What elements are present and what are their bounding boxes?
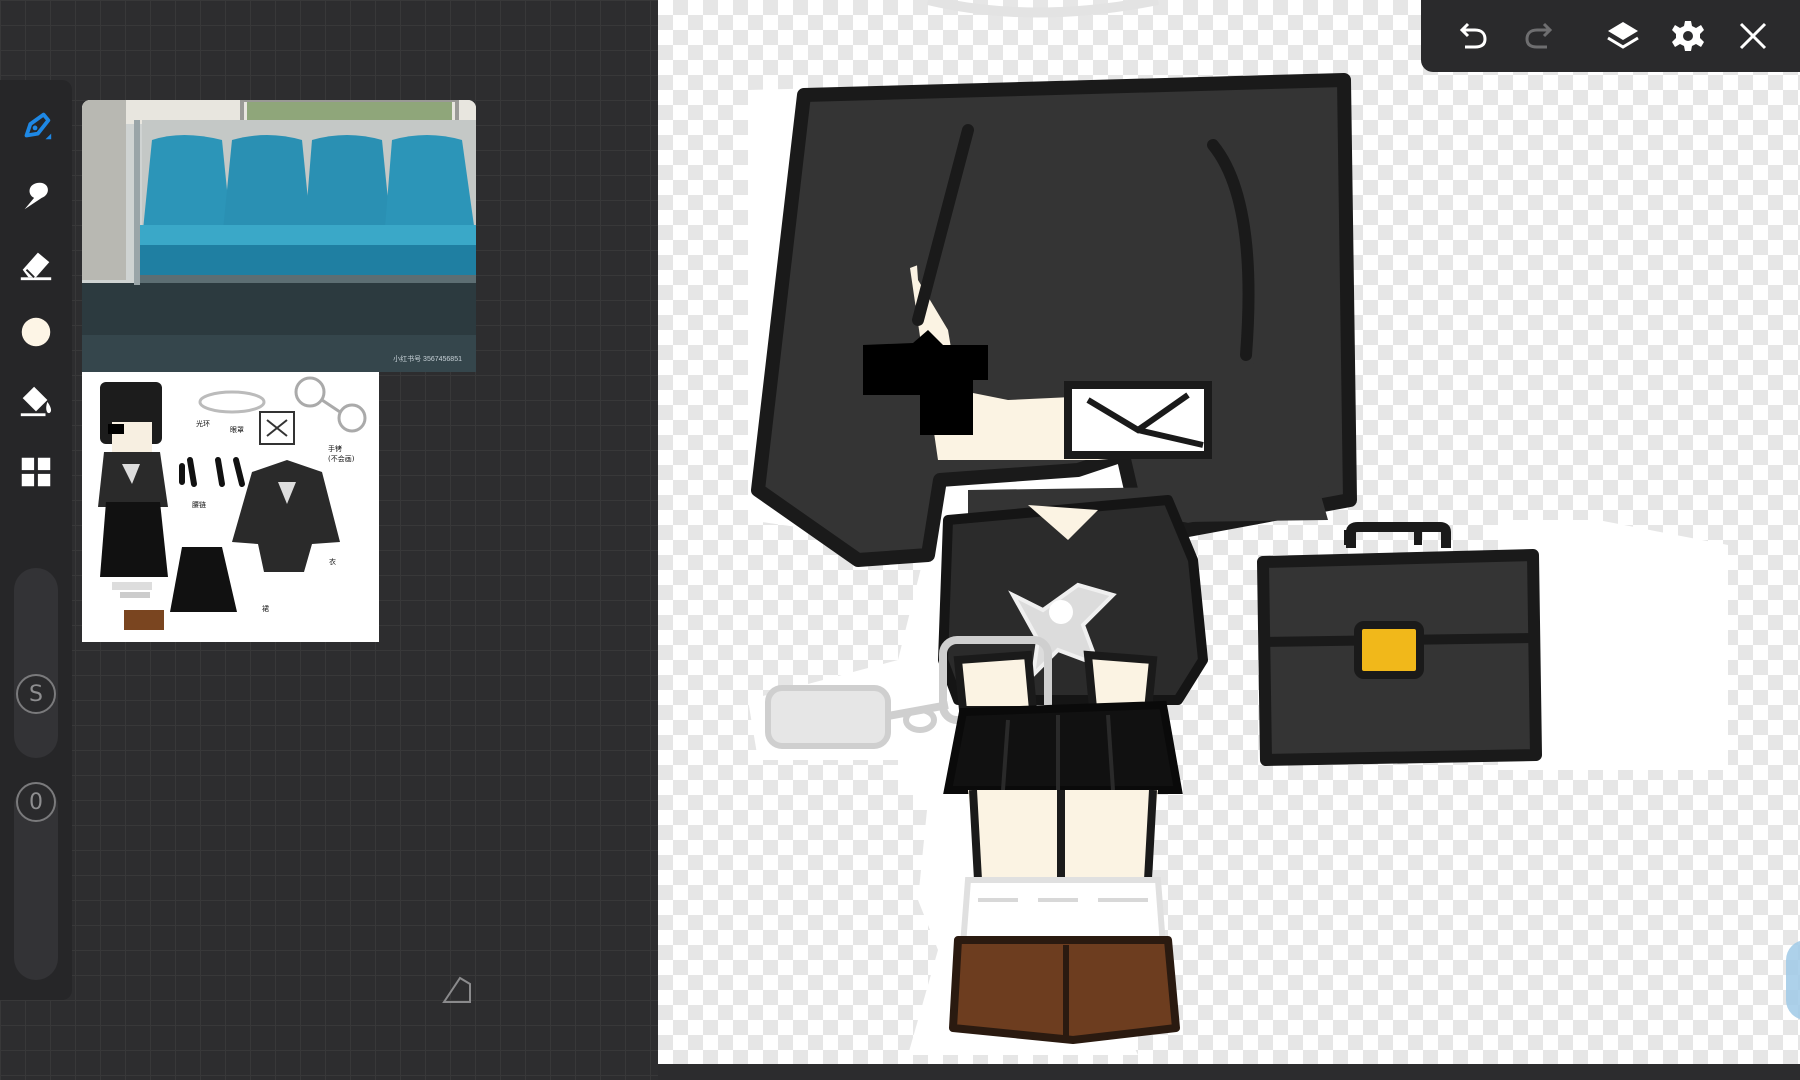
fill-tool[interactable]	[14, 378, 58, 422]
drawing-app: S 0 小红书号 3567456851 光环 眼罩 手铐 (不会画) 腰链 衣 …	[0, 0, 1800, 1080]
gallery-tool[interactable]	[14, 450, 58, 494]
undo-button[interactable]	[1451, 14, 1495, 58]
character-drawing	[748, 0, 1728, 1055]
sheet-label-blindfold: 眼罩	[230, 426, 244, 434]
brush-tool[interactable]	[14, 104, 58, 148]
close-icon	[1739, 22, 1767, 50]
character-sheet-drawing	[98, 376, 367, 630]
redo-icon	[1525, 22, 1553, 49]
grid-icon	[21, 457, 51, 487]
sheet-label-chain: 腰链	[192, 501, 206, 509]
opacity-knob[interactable]: 0	[16, 782, 56, 822]
layers-button[interactable]	[1601, 14, 1645, 58]
layers-icon	[1607, 22, 1639, 49]
drawing-canvas[interactable]	[658, 0, 1800, 1064]
brush-size-label: S	[29, 681, 43, 707]
redo-button[interactable]	[1517, 14, 1561, 58]
smudge-icon	[24, 182, 48, 210]
photo-watermark: 小红书号 3567456851	[393, 356, 462, 363]
reference-photo-train-seats[interactable]: 小红书号 3567456851	[82, 100, 476, 372]
color-picker[interactable]	[14, 310, 58, 354]
floating-assistant-bubble[interactable]	[1786, 940, 1800, 1020]
close-button[interactable]	[1731, 14, 1775, 58]
sheet-label-skirt: 裙	[262, 605, 269, 613]
gear-icon	[1672, 21, 1704, 51]
undo-icon	[1459, 22, 1487, 49]
train-seat-photo	[82, 100, 476, 372]
eraser-icon	[20, 252, 52, 281]
pen-icon	[24, 112, 52, 140]
brush-size-knob[interactable]: S	[16, 674, 56, 714]
sheet-label-handcuffs: 手铐 (不会画)	[328, 445, 355, 463]
sheet-label-halo: 光环	[196, 420, 210, 428]
paint-bucket-icon	[20, 386, 52, 417]
tool-rail: S 0	[0, 80, 72, 1000]
smudge-tool[interactable]	[14, 174, 58, 218]
settings-button[interactable]	[1666, 14, 1710, 58]
sheet-label-shirt: 衣	[329, 558, 336, 566]
brush-size-slider[interactable]	[14, 568, 58, 758]
eraser-tool[interactable]	[14, 242, 58, 286]
canvas-bottom-bar	[658, 1064, 1800, 1080]
resize-handle-icon[interactable]	[440, 972, 474, 1006]
color-swatch-icon	[21, 317, 51, 347]
opacity-label: 0	[29, 789, 43, 815]
top-toolbar	[1421, 0, 1800, 72]
reference-character-sheet[interactable]: 光环 眼罩 手铐 (不会画) 腰链 衣 裙	[82, 372, 379, 642]
